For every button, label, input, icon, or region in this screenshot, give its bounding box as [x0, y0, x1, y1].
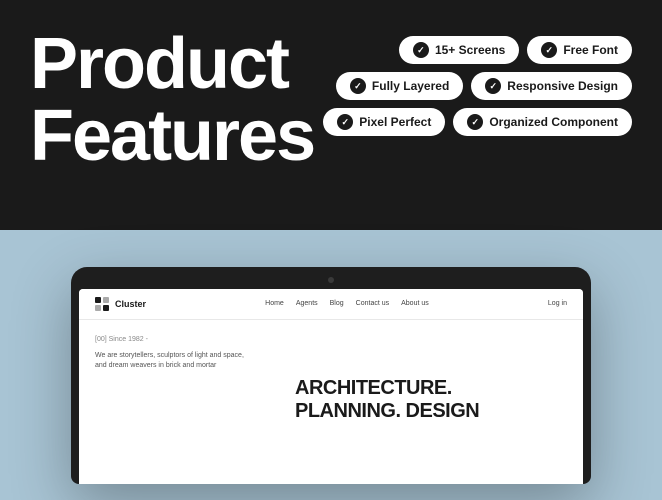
- nav-login[interactable]: Log in: [548, 300, 567, 307]
- nav-agents[interactable]: Agents: [296, 300, 318, 307]
- badge-font-label: Free Font: [563, 43, 618, 57]
- logo-sq-bl: [95, 305, 101, 311]
- device-mockup: Cluster Home Agents Blog Contact us Abou…: [71, 267, 591, 484]
- check-icon: [413, 42, 429, 58]
- nav-links: Home Agents Blog Contact us About us: [265, 300, 429, 307]
- badges-row-2: Fully Layered Responsive Design: [336, 72, 632, 100]
- top-section: Product Features 15+ Screens Free Font F…: [0, 0, 662, 230]
- nav-logo: Cluster: [95, 297, 146, 311]
- check-icon: [337, 114, 353, 130]
- badge-pixel: Pixel Perfect: [323, 108, 445, 136]
- nav-home[interactable]: Home: [265, 300, 284, 307]
- badge-responsive: Responsive Design: [471, 72, 632, 100]
- content-desc: We are storytellers, sculptors of light …: [95, 351, 255, 372]
- logo-sq-tl: [95, 297, 101, 303]
- badge-layered-label: Fully Layered: [372, 79, 449, 93]
- logo-squares: [95, 297, 109, 311]
- content-right: ARCHITECTURE. PLANNING. DESIGN: [295, 336, 567, 465]
- badge-screens-label: 15+ Screens: [435, 43, 505, 57]
- content-tag: [00] Since 1982 -: [95, 336, 295, 343]
- nav-about[interactable]: About us: [401, 300, 429, 307]
- bottom-section: Cluster Home Agents Blog Contact us Abou…: [0, 230, 662, 500]
- badge-layered: Fully Layered: [336, 72, 463, 100]
- nav-contact[interactable]: Contact us: [356, 300, 389, 307]
- device-camera-bar: [79, 275, 583, 285]
- badge-pixel-label: Pixel Perfect: [359, 115, 431, 129]
- badges-row-1: 15+ Screens Free Font: [399, 36, 632, 64]
- badge-font: Free Font: [527, 36, 632, 64]
- check-icon: [467, 114, 483, 130]
- nav-blog[interactable]: Blog: [330, 300, 344, 307]
- product-title: Product Features: [30, 28, 314, 172]
- badges-container: 15+ Screens Free Font Fully Layered Resp…: [323, 36, 632, 136]
- device-screen: Cluster Home Agents Blog Contact us Abou…: [79, 289, 583, 484]
- browser-nav: Cluster Home Agents Blog Contact us Abou…: [79, 289, 583, 320]
- badge-organized-label: Organized Component: [489, 115, 618, 129]
- badge-screens: 15+ Screens: [399, 36, 519, 64]
- badges-row-3: Pixel Perfect Organized Component: [323, 108, 632, 136]
- browser-content: [00] Since 1982 - We are storytellers, s…: [79, 320, 583, 481]
- badge-organized: Organized Component: [453, 108, 632, 136]
- logo-sq-br: [103, 305, 109, 311]
- logo-sq-tr: [103, 297, 109, 303]
- content-left: [00] Since 1982 - We are storytellers, s…: [95, 336, 295, 465]
- badge-responsive-label: Responsive Design: [507, 79, 618, 93]
- check-icon: [485, 78, 501, 94]
- device-camera: [328, 277, 334, 283]
- logo-name: Cluster: [115, 299, 146, 309]
- hero-text: ARCHITECTURE. PLANNING. DESIGN: [295, 377, 479, 423]
- check-icon: [541, 42, 557, 58]
- check-icon: [350, 78, 366, 94]
